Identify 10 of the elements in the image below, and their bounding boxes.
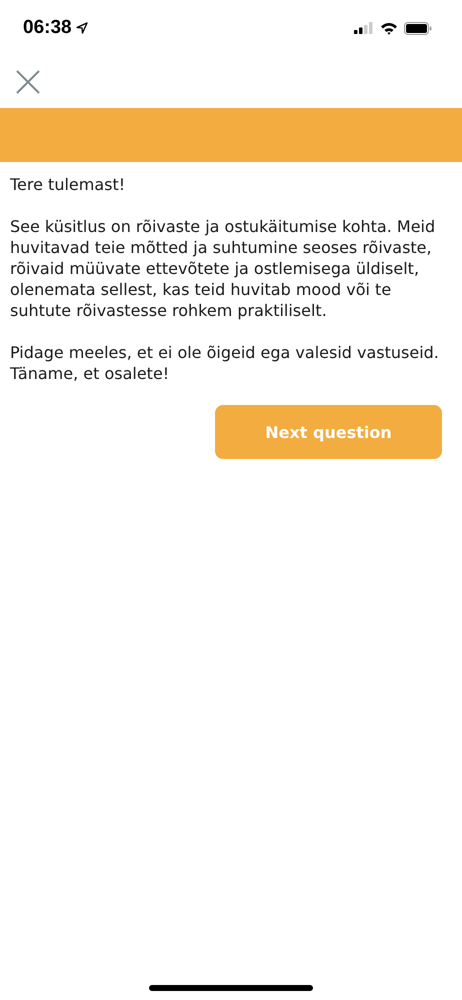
next-question-button[interactable]: Next question xyxy=(215,405,442,459)
close-button[interactable] xyxy=(15,69,41,95)
intro-paragraph: Pidage meeles, et ei ole õigeid ega valesid vastuseid. Täname, et osalete! xyxy=(10,342,440,384)
intro-paragraph: See küsitlus on rõivaste ja ostukäitumise kohta. Meid huvitavad teie mõtted ja suhtumine seoses rõivaste, rõivaid müüvate ettevõtete ja ostlemisega üldiselt, olenemata sellest, kas teid huvitab mood või te suhtute rõivastesse rohkem praktiliselt. xyxy=(10,216,436,321)
status-time: 06:38 xyxy=(23,17,72,39)
battery-icon xyxy=(404,22,432,34)
intro-paragraph: Tere tulemast! xyxy=(10,174,126,195)
signal-icon xyxy=(354,22,374,34)
wifi-icon xyxy=(380,22,398,34)
location-arrow-icon xyxy=(76,22,88,34)
